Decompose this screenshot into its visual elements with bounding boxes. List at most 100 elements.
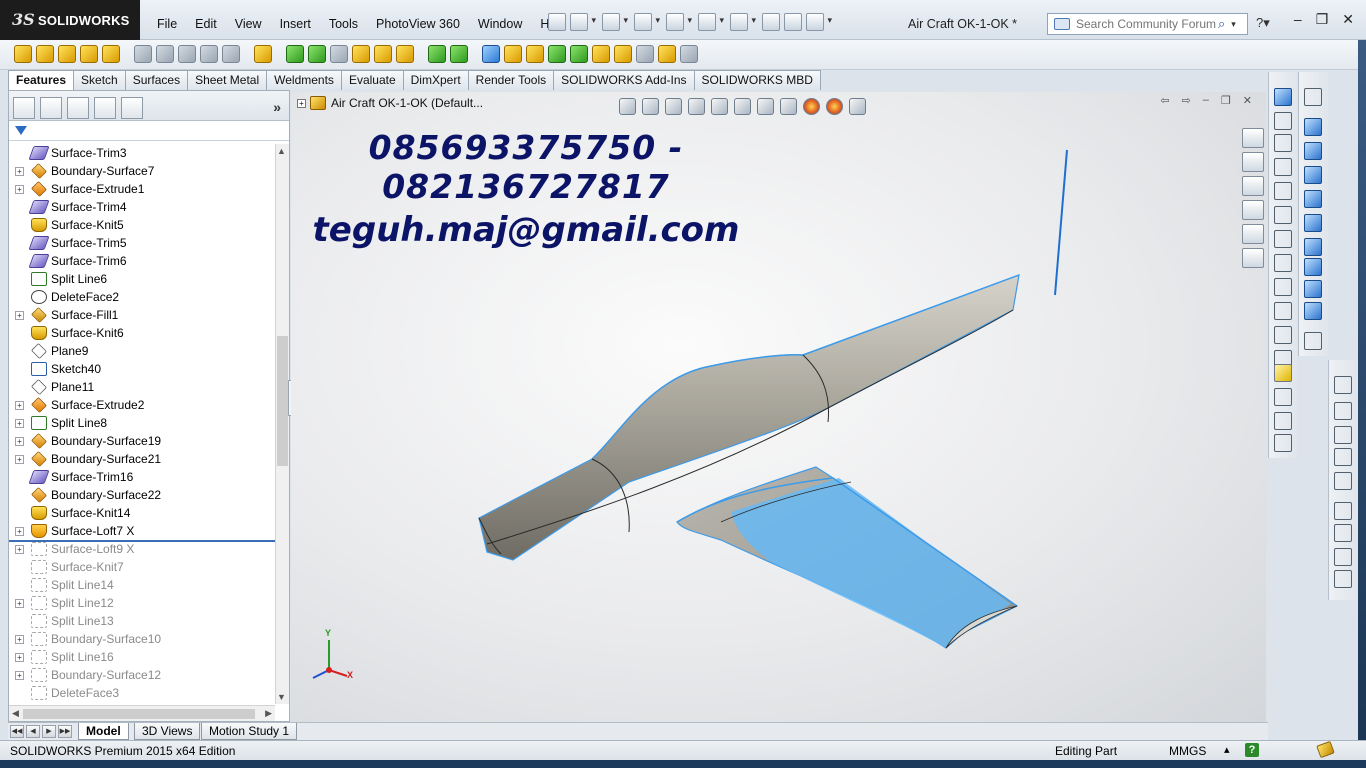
ordinate-dimension-icon[interactable] xyxy=(1274,182,1292,200)
swept-cut-icon[interactable] xyxy=(200,45,218,63)
tree-expand-icon[interactable]: + xyxy=(15,652,24,662)
new-document-icon[interactable] xyxy=(570,13,596,31)
tree-item[interactable]: Split Line13 xyxy=(9,612,275,630)
tab-3d-views[interactable]: 3D Views xyxy=(134,723,201,740)
surface-loft-tool-icon[interactable] xyxy=(570,45,588,63)
rib-icon[interactable] xyxy=(308,45,326,63)
tree-item[interactable]: + Boundary-Surface21 xyxy=(9,450,275,468)
tab-render-tools[interactable]: Render Tools xyxy=(467,70,555,90)
tree-expand-icon[interactable]: + xyxy=(15,184,24,194)
bottom-view-icon[interactable] xyxy=(1304,238,1322,256)
tab-evaluate[interactable]: Evaluate xyxy=(340,70,404,90)
units-menu-icon[interactable]: ▴ xyxy=(1224,743,1230,756)
design-library-icon[interactable] xyxy=(1242,152,1264,172)
lofted-cut-icon[interactable] xyxy=(222,45,240,63)
menu-file[interactable]: File xyxy=(148,17,186,31)
wrap-icon[interactable] xyxy=(374,45,392,63)
tab-weldments[interactable]: Weldments xyxy=(266,70,342,90)
scroll-thumb[interactable] xyxy=(277,336,288,466)
isometric-view-icon[interactable] xyxy=(1304,258,1322,276)
tab-solidworks-addins[interactable]: SOLIDWORKS Add-Ins xyxy=(553,70,695,90)
tree-item[interactable]: Plane9 xyxy=(9,342,275,360)
next-tab-nav-icon[interactable]: ▶ xyxy=(42,725,56,738)
surface-extrude-tool-icon[interactable] xyxy=(504,45,522,63)
viewport-restore-icon[interactable]: ❐ xyxy=(1221,94,1231,107)
menu-view[interactable]: View xyxy=(226,17,271,31)
tree-expand-icon[interactable]: + xyxy=(15,526,24,536)
magnifier-icon[interactable]: ⌕ xyxy=(1218,16,1225,32)
menu-photoview[interactable]: PhotoView 360 xyxy=(367,17,469,31)
face-curves-icon[interactable] xyxy=(1334,524,1352,542)
search-community-box[interactable]: ⌕ ▾ xyxy=(1047,13,1248,35)
tree-item[interactable]: DeleteFace3 xyxy=(9,684,275,702)
search-dropdown-icon[interactable]: ▾ xyxy=(1231,19,1236,30)
scroll-right-icon[interactable]: ▶ xyxy=(265,708,272,719)
tag-icon[interactable] xyxy=(1316,740,1335,759)
view-selector-icon[interactable] xyxy=(1304,332,1322,350)
fully-define-sketch-icon[interactable] xyxy=(1274,278,1292,296)
tree-filter[interactable] xyxy=(9,123,289,141)
viewport-back-icon[interactable]: ⇦ xyxy=(1160,94,1169,107)
tree-item[interactable]: Surface-Trim6 xyxy=(9,252,275,270)
open-folder-icon[interactable] xyxy=(602,13,628,31)
tree-item[interactable]: + Surface-Extrude1 xyxy=(9,180,275,198)
file-explorer-icon[interactable] xyxy=(1242,176,1264,196)
lofted-boss-icon[interactable] xyxy=(80,45,98,63)
tab-sketch[interactable]: Sketch xyxy=(73,70,126,90)
minimize-icon[interactable]: – xyxy=(1294,11,1302,28)
tree-item[interactable]: + Surface-Extrude2 xyxy=(9,396,275,414)
help-status-icon[interactable]: ? xyxy=(1245,743,1259,757)
swept-boss-icon[interactable] xyxy=(58,45,76,63)
solidworks-logo[interactable]: 3S SOLIDWORKS xyxy=(0,0,140,40)
thicken-tool-icon[interactable] xyxy=(636,45,654,63)
boundary-boss-icon[interactable] xyxy=(102,45,120,63)
edit-appearance-icon[interactable] xyxy=(803,98,820,115)
section-view-icon[interactable] xyxy=(688,98,705,115)
tree-expand-icon[interactable]: + xyxy=(15,400,24,410)
tree-vertical-scrollbar[interactable]: ▲ ▼ xyxy=(275,144,289,704)
tree-item[interactable]: + Surface-Loft7 X xyxy=(9,522,275,540)
search-input[interactable] xyxy=(1076,17,1216,31)
dynamic-annotation-icon[interactable] xyxy=(711,98,728,115)
tree-item[interactable]: + Boundary-Surface19 xyxy=(9,432,275,450)
tab-motion-study[interactable]: Motion Study 1 xyxy=(201,723,298,740)
curves-icon[interactable] xyxy=(450,45,468,63)
select-pointer-icon[interactable] xyxy=(730,13,756,31)
curve-through-xyz-icon[interactable] xyxy=(1334,448,1352,466)
print-icon[interactable] xyxy=(666,13,692,31)
appearances-icon[interactable] xyxy=(1242,224,1264,244)
tree-item[interactable]: + Split Line8 xyxy=(9,414,275,432)
tree-expand-icon[interactable]: + xyxy=(15,418,24,428)
solidworks-resources-icon[interactable] xyxy=(1242,128,1264,148)
hide-show-items-icon[interactable] xyxy=(780,98,797,115)
knit-surface-tool-icon[interactable] xyxy=(658,45,676,63)
rapid-sketch-icon[interactable] xyxy=(1274,364,1292,382)
tree-item[interactable]: + Split Line12 xyxy=(9,594,275,612)
tree-item[interactable]: Surface-Knit7 xyxy=(9,558,275,576)
intersect-icon[interactable] xyxy=(396,45,414,63)
tab-dimxpert[interactable]: DimXpert xyxy=(402,70,469,90)
hscroll-thumb[interactable] xyxy=(23,709,255,719)
tree-item[interactable]: Surface-Knit14 xyxy=(9,504,275,522)
curve-through-points-icon[interactable] xyxy=(1334,472,1352,490)
close-icon[interactable]: ✕ xyxy=(1342,11,1354,28)
tree-expand-icon[interactable]: + xyxy=(15,454,24,464)
tree-item[interactable]: + Split Line16 xyxy=(9,648,275,666)
tree-item[interactable]: Split Line14 xyxy=(9,576,275,594)
prev-tab-nav-icon[interactable]: ◀ xyxy=(26,725,40,738)
tab-features[interactable]: Features xyxy=(8,70,75,90)
display-relations-icon[interactable] xyxy=(1274,254,1292,272)
tab-solidworks-mbd[interactable]: SOLIDWORKS MBD xyxy=(693,70,821,90)
back-view-icon[interactable] xyxy=(1304,142,1322,160)
dimetric-view-icon[interactable] xyxy=(1304,302,1322,320)
check-sketch-icon[interactable] xyxy=(1274,388,1292,406)
surface-boundary-tool-icon[interactable] xyxy=(592,45,610,63)
reference-geometry-icon[interactable] xyxy=(428,45,446,63)
save-icon[interactable] xyxy=(634,13,660,31)
scroll-down-icon[interactable]: ▼ xyxy=(277,692,286,702)
mirror-entities-icon[interactable] xyxy=(1274,302,1292,320)
scroll-up-icon[interactable]: ▲ xyxy=(277,146,286,156)
instant3d-icon[interactable] xyxy=(482,45,500,63)
dimension-options-icon[interactable] xyxy=(1274,434,1292,452)
tree-item[interactable]: Plane11 xyxy=(9,378,275,396)
